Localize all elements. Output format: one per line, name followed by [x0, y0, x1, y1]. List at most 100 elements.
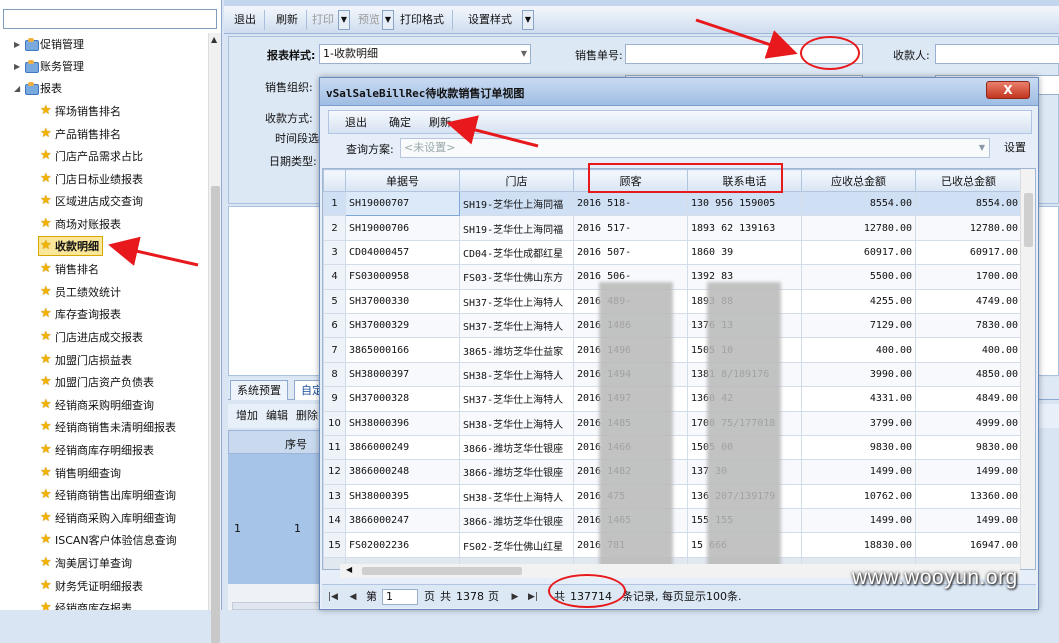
settings-button[interactable]: 设置 [998, 138, 1032, 158]
tree-item-report[interactable]: ★ 库存查询报表 [40, 303, 121, 325]
table-row[interactable]: 1 SH19000707 SH19-芝华仕上海同福 2016 518- 130 956 … [323, 190, 1022, 217]
cell-recv[interactable]: 13360.00 [915, 483, 1022, 510]
cell-recv[interactable]: 4850.00 [915, 361, 1022, 388]
cell-recv[interactable]: 4849.00 [915, 386, 1022, 412]
more-dropdown-icon[interactable]: ▼ [522, 10, 534, 30]
cell-recv[interactable]: 9830.00 [915, 434, 1022, 461]
report-style-select[interactable]: 1-收款明细 ▼ [319, 44, 531, 64]
cell-due[interactable]: 4255.00 [801, 288, 916, 314]
scroll-up-icon[interactable]: ▲ [211, 35, 217, 44]
tree-item-report[interactable]: ★ 经销商销售未清明细报表 [40, 416, 176, 438]
cell-recv[interactable]: 7830.00 [915, 312, 1022, 339]
tree-group-promotion[interactable]: ▶ 促销管理 [14, 33, 84, 55]
exit-button[interactable]: 退出 [230, 10, 260, 30]
tree-item-report[interactable]: ★ 门店日标业绩报表 [40, 168, 143, 190]
cell-due[interactable]: 18830.00 [801, 532, 916, 558]
dialog-exit-button[interactable]: 退出 [341, 114, 371, 132]
preview-button[interactable]: 预览 [354, 10, 384, 30]
tree-group-reports[interactable]: ◢ 报表 [14, 77, 62, 99]
cell-doc[interactable]: SH38000397 [345, 361, 460, 388]
cell-due[interactable]: 5500.00 [801, 264, 916, 290]
tree-item-report[interactable]: ★ 门店产品需求占比 [40, 145, 143, 167]
column-header-store[interactable]: 门店 [459, 169, 574, 192]
cell-phone[interactable]: 1860 39 [687, 239, 802, 266]
expand-arrow-icon[interactable]: ▶ [14, 40, 24, 49]
cell-doc[interactable]: SH19000706 [345, 215, 460, 241]
tree-item-report[interactable]: ★ 财务凭证明细报表 [40, 575, 143, 597]
print-format-button[interactable]: 打印格式 [396, 10, 448, 30]
tree-group-accounts[interactable]: ▶ 账务管理 [14, 55, 84, 77]
cell-doc[interactable]: CD04000457 [345, 239, 460, 266]
cell-due[interactable]: 10762.00 [801, 483, 916, 510]
close-button[interactable]: X [986, 81, 1030, 99]
tree-item-report[interactable]: ★ 经销商库存报表 [40, 597, 132, 610]
cell-recv[interactable]: 1499.00 [915, 459, 1022, 485]
cell-phone[interactable]: 130 956 159005 [687, 190, 802, 217]
tree-item-report[interactable]: ★ 销售明细查询 [40, 462, 121, 484]
cell-doc[interactable]: FS02002236 [345, 532, 460, 558]
dialog-confirm-button[interactable]: 确定 [385, 114, 415, 132]
cell-due[interactable]: 3799.00 [801, 410, 916, 436]
scroll-left-icon[interactable]: ◀ [346, 565, 352, 574]
tree-item-report[interactable]: ★ 销售排名 [40, 258, 99, 280]
add-button[interactable]: 增加 [232, 406, 262, 426]
tree-item-report[interactable]: ★ 商场对账报表 [40, 213, 121, 235]
tree-item-report[interactable]: ★ 经销商销售出库明细查询 [40, 484, 176, 506]
cell-store[interactable]: CD04-芝华仕成都红星 [459, 239, 574, 266]
chevron-down-icon[interactable]: ▼ [979, 139, 985, 157]
cell-doc[interactable]: 3866000249 [345, 434, 460, 461]
cell-store[interactable]: SH19-芝华仕上海同福 [459, 190, 574, 217]
cell-doc[interactable]: SH37000329 [345, 312, 460, 339]
chevron-down-icon[interactable]: ▼ [521, 45, 527, 63]
tree-scrollbar[interactable]: ▲ [208, 33, 221, 643]
cell-phone[interactable]: 1893 62 139163 [687, 215, 802, 241]
scheme-scrollbar[interactable] [228, 584, 324, 610]
cell-due[interactable]: 12780.00 [801, 215, 916, 241]
cell-due[interactable]: 1499.00 [801, 508, 916, 534]
cell-doc[interactable]: 3866000247 [345, 508, 460, 534]
cell-due[interactable]: 3990.00 [801, 361, 916, 388]
cell-recv[interactable]: 400.00 [915, 337, 1022, 363]
print-dropdown-icon[interactable]: ▼ [338, 10, 350, 30]
column-header-doc[interactable]: 单据号 [345, 169, 460, 192]
column-header-received[interactable]: 已收总金额 [915, 169, 1022, 192]
cell-store[interactable]: 3866-潍坊芝华仕银座 [459, 508, 574, 534]
table-row[interactable]: 2 SH19000706 SH19-芝华仕上海同福 2016 517- 1893 62 … [323, 215, 1022, 241]
refresh-button[interactable]: 刷新 [272, 10, 302, 30]
delete-button[interactable]: 删除 [292, 406, 322, 426]
tree-item-report[interactable]: ★ 产品销售排名 [40, 123, 121, 145]
cell-due[interactable]: 8554.00 [801, 190, 916, 217]
tree-item-report[interactable]: ★ 淘美居订单查询 [40, 552, 132, 574]
cell-doc[interactable]: 3865000166 [345, 337, 460, 363]
tree-item-report[interactable]: ★ 加盟门店损益表 [40, 349, 132, 371]
cell-doc[interactable]: SH37000330 [345, 288, 460, 314]
scroll-thumb[interactable] [211, 186, 220, 643]
cell-due[interactable]: 60917.00 [801, 239, 916, 266]
cell-store[interactable]: 3866-潍坊芝华仕银座 [459, 459, 574, 485]
preview-dropdown-icon[interactable]: ▼ [382, 10, 394, 30]
cell-doc[interactable]: SH38000396 [345, 410, 460, 436]
cell-store[interactable]: SH37-芝华仕上海特人 [459, 312, 574, 339]
expand-arrow-icon[interactable]: ▶ [14, 62, 24, 71]
scroll-track[interactable] [232, 602, 320, 610]
payee-input[interactable] [935, 44, 1059, 64]
cell-due[interactable]: 4331.00 [801, 386, 916, 412]
cell-cust[interactable]: 2016 518- [573, 190, 688, 217]
tree-item-report[interactable]: ★ 收款明细 [38, 235, 103, 256]
print-button[interactable]: 打印 [308, 10, 338, 30]
cell-doc[interactable]: FS03000958 [345, 264, 460, 290]
cell-doc[interactable]: 3866000248 [345, 459, 460, 485]
page-number-input[interactable]: 1 [382, 589, 418, 605]
scheme-grid-body[interactable]: 1 1 [228, 454, 324, 584]
cell-recv[interactable]: 12780.00 [915, 215, 1022, 241]
cell-store[interactable]: SH38-芝华仕上海特人 [459, 483, 574, 510]
tree-item-report[interactable]: ★ 区域进店成交查询 [40, 190, 143, 212]
cell-doc[interactable]: SH38000395 [345, 483, 460, 510]
cell-store[interactable]: SH37-芝华仕上海特人 [459, 386, 574, 412]
cell-recv[interactable]: 16947.00 [915, 532, 1022, 558]
cell-due[interactable]: 1499.00 [801, 459, 916, 485]
table-row[interactable]: 3 CD04000457 CD04-芝华仕成都红星 2016 507- 1860 39 6… [323, 239, 1022, 266]
grid-vertical-scrollbar[interactable] [1020, 169, 1035, 569]
cell-store[interactable]: FS03-芝华仕佛山东方 [459, 264, 574, 290]
cell-due[interactable]: 7129.00 [801, 312, 916, 339]
